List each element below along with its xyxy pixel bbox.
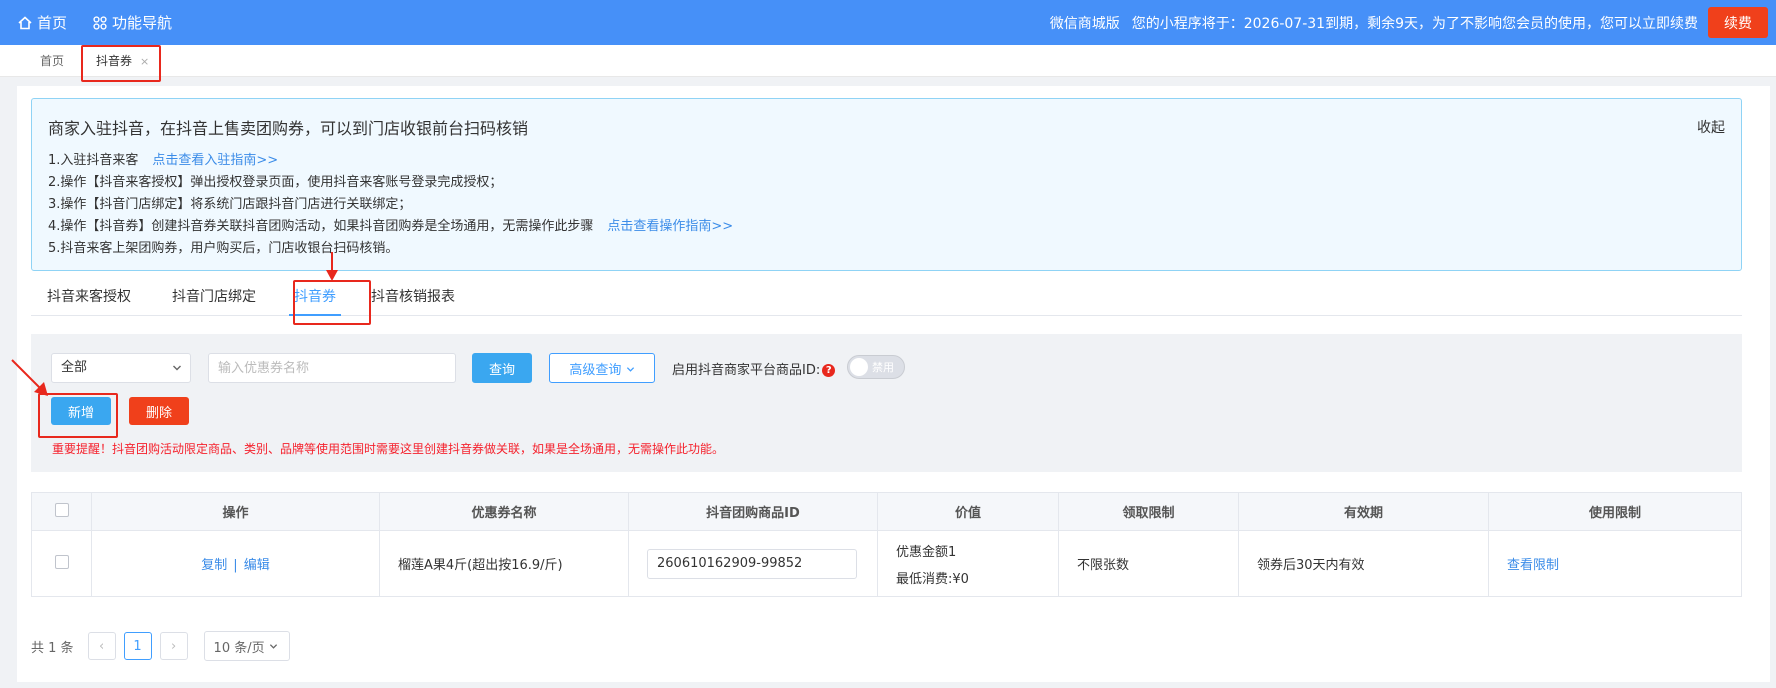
col-header-product-id: 抖音团购商品ID bbox=[628, 492, 878, 531]
content-panel: 商家入驻抖音，在抖音上售卖团购券，可以到门店收银前台扫码核销 收起 1.入驻抖音… bbox=[17, 86, 1770, 682]
col-header-coupon-name: 优惠券名称 bbox=[379, 492, 629, 531]
info-line-4: 4.操作【抖音券】创建抖音券关联抖音团购活动，如果抖音团购券是全场通用，无需操作… bbox=[48, 215, 733, 234]
chevron-down-icon bbox=[626, 366, 634, 372]
tag-home[interactable]: 首页 bbox=[40, 45, 64, 77]
operation-guide-link[interactable]: 点击查看操作指南>> bbox=[607, 219, 733, 234]
collapse-button[interactable]: 收起 bbox=[1697, 117, 1725, 137]
advanced-query-label: 高级查询 bbox=[569, 362, 622, 378]
add-button[interactable]: 新增 bbox=[51, 397, 111, 425]
home-icon bbox=[18, 15, 32, 29]
view-limits-link[interactable]: 查看限制 bbox=[1507, 558, 1559, 573]
select-all-cell bbox=[31, 492, 92, 531]
copy-link[interactable]: 复制 bbox=[201, 558, 227, 573]
page-size-select[interactable]: 10 条/页 bbox=[203, 631, 290, 661]
chevron-down-icon bbox=[269, 643, 277, 649]
important-reminder: 重要提醒！抖音团购活动限定商品、类别、品牌等使用范围时需要这里创建抖音券做关联，… bbox=[52, 442, 725, 456]
usage-limit-cell: 查看限制 bbox=[1488, 530, 1742, 597]
tab-store-binding[interactable]: 抖音门店绑定 bbox=[172, 282, 256, 316]
info-title: 商家入驻抖音，在抖音上售卖团购券，可以到门店收银前台扫码核销 bbox=[48, 119, 529, 138]
col-header-usage-limit: 使用限制 bbox=[1488, 492, 1742, 531]
claim-limit-cell: 不限张数 bbox=[1058, 530, 1239, 597]
close-icon[interactable]: × bbox=[140, 55, 149, 68]
col-header-value: 价值 bbox=[877, 492, 1059, 531]
function-nav[interactable]: 功能导航 bbox=[93, 12, 172, 33]
value-min-spend: 最低消费:¥0 bbox=[896, 571, 969, 587]
col-header-claim-limit: 领取限制 bbox=[1058, 492, 1239, 531]
page-size-value: 10 条/页 bbox=[213, 640, 265, 656]
row-select-cell bbox=[31, 530, 92, 597]
coupon-name-cell: 榴莲A果4斤(超出按16.9/斤) bbox=[379, 530, 629, 597]
query-button[interactable]: 查询 bbox=[472, 353, 532, 383]
table-row: 复制 | 编辑 榴莲A果4斤(超出按16.9/斤) 优惠金额1 最低消费:¥0 不限张… bbox=[31, 530, 1742, 597]
select-all-checkbox[interactable] bbox=[54, 502, 69, 517]
table-header-row: 操作 优惠券名称 抖音团购商品ID 价值 领取限制 有效期 使用限制 bbox=[31, 492, 1742, 531]
merchant-id-switch-label: 启用抖音商家平台商品ID:? bbox=[672, 359, 836, 378]
tab-douyin-auth[interactable]: 抖音来客授权 bbox=[47, 282, 131, 316]
col-header-actions: 操作 bbox=[91, 492, 380, 531]
top-bar: 首页 功能导航 微信商城版 您的小程序将于：2026-07-31到期，剩余9天，… bbox=[0, 0, 1776, 45]
total-count: 共 1 条 bbox=[31, 640, 74, 656]
tag-douyin-coupon[interactable]: 抖音券 × bbox=[96, 45, 149, 77]
delete-button[interactable]: 删除 bbox=[129, 397, 189, 425]
tag-douyin-coupon-label: 抖音券 bbox=[96, 54, 133, 68]
info-line-text: 3.操作【抖音门店绑定】将系统门店跟抖音门店进行关联绑定； bbox=[48, 197, 412, 212]
status-select[interactable]: 全部 bbox=[51, 353, 191, 383]
home-nav-label: 首页 bbox=[37, 14, 68, 32]
action-separator: | bbox=[233, 558, 238, 573]
function-nav-label: 功能导航 bbox=[112, 14, 173, 32]
expiry-notice: 您的小程序将于：2026-07-31到期，剩余9天，为了不影响您会员的使用，您可… bbox=[1131, 15, 1698, 32]
renew-button[interactable]: 续费 bbox=[1708, 7, 1768, 38]
coupon-table: 操作 优惠券名称 抖音团购商品ID 价值 领取限制 有效期 使用限制 复制 | 编辑… bbox=[31, 492, 1742, 597]
filter-area: 全部 查询 高级查询 启用抖音商家平台商品ID:? 禁用 新增 删除 重要提醒！… bbox=[31, 334, 1742, 472]
product-id-input[interactable] bbox=[647, 548, 857, 579]
coupon-name-input[interactable] bbox=[208, 353, 456, 383]
toggle-knob bbox=[850, 358, 868, 376]
col-header-validity: 有效期 bbox=[1238, 492, 1489, 531]
prev-page-button[interactable]: ‹ bbox=[87, 632, 116, 660]
apps-icon bbox=[93, 15, 107, 30]
info-line-text: 1.入驻抖音来客 bbox=[48, 153, 139, 168]
row-checkbox[interactable] bbox=[54, 554, 69, 569]
pagination: 共 1 条 ‹ 1 › 10 条/页 bbox=[31, 630, 290, 662]
status-select-value: 全部 bbox=[61, 360, 88, 375]
merchant-id-toggle[interactable]: 禁用 bbox=[847, 355, 905, 379]
info-line-3: 3.操作【抖音门店绑定】将系统门店跟抖音门店进行关联绑定； bbox=[48, 193, 411, 212]
edit-link[interactable]: 编辑 bbox=[244, 558, 270, 573]
info-box: 商家入驻抖音，在抖音上售卖团购券，可以到门店收银前台扫码核销 收起 1.入驻抖音… bbox=[31, 98, 1742, 271]
value-discount: 优惠金额1 bbox=[896, 544, 957, 560]
validity-cell: 领券后30天内有效 bbox=[1238, 530, 1489, 597]
info-line-2: 2.操作【抖音来客授权】弹出授权登录页面，使用抖音来客账号登录完成授权； bbox=[48, 171, 502, 190]
info-line-text: 4.操作【抖音券】创建抖音券关联抖音团购活动，如果抖音团购券是全场通用，无需操作… bbox=[48, 219, 594, 234]
help-icon[interactable]: ? bbox=[822, 364, 836, 377]
tab-douyin-coupon[interactable]: 抖音券 bbox=[289, 282, 341, 316]
info-line-text: 5.抖音来客上架团购券，用户购买后，门店收银台扫码核销。 bbox=[48, 241, 399, 256]
advanced-query-button[interactable]: 高级查询 bbox=[549, 353, 655, 383]
onboarding-guide-link[interactable]: 点击查看入驻指南>> bbox=[152, 153, 278, 168]
value-cell: 优惠金额1 最低消费:¥0 bbox=[877, 530, 1059, 597]
home-nav[interactable]: 首页 bbox=[18, 12, 67, 33]
info-line-1: 1.入驻抖音来客 点击查看入驻指南>> bbox=[48, 149, 278, 168]
toggle-state-label: 禁用 bbox=[872, 361, 894, 374]
row-actions-cell: 复制 | 编辑 bbox=[91, 530, 380, 597]
tab-bar: 抖音来客授权 抖音门店绑定 抖音券 抖音核销报表 bbox=[31, 282, 1742, 316]
info-line-5: 5.抖音来客上架团购券，用户购买后，门店收银台扫码核销。 bbox=[48, 237, 398, 256]
merchant-id-switch-text: 启用抖音商家平台商品ID: bbox=[672, 363, 821, 378]
tab-redemption-report[interactable]: 抖音核销报表 bbox=[371, 282, 455, 316]
page-button-1[interactable]: 1 bbox=[123, 632, 152, 660]
next-page-button[interactable]: › bbox=[159, 632, 188, 660]
tag-bar: 首页 抖音券 × bbox=[0, 45, 1776, 77]
edition-label: 微信商城版 bbox=[1049, 15, 1120, 32]
info-line-text: 2.操作【抖音来客授权】弹出授权登录页面，使用抖音来客账号登录完成授权； bbox=[48, 175, 503, 190]
product-id-cell bbox=[628, 530, 878, 597]
chevron-down-icon bbox=[173, 365, 181, 371]
